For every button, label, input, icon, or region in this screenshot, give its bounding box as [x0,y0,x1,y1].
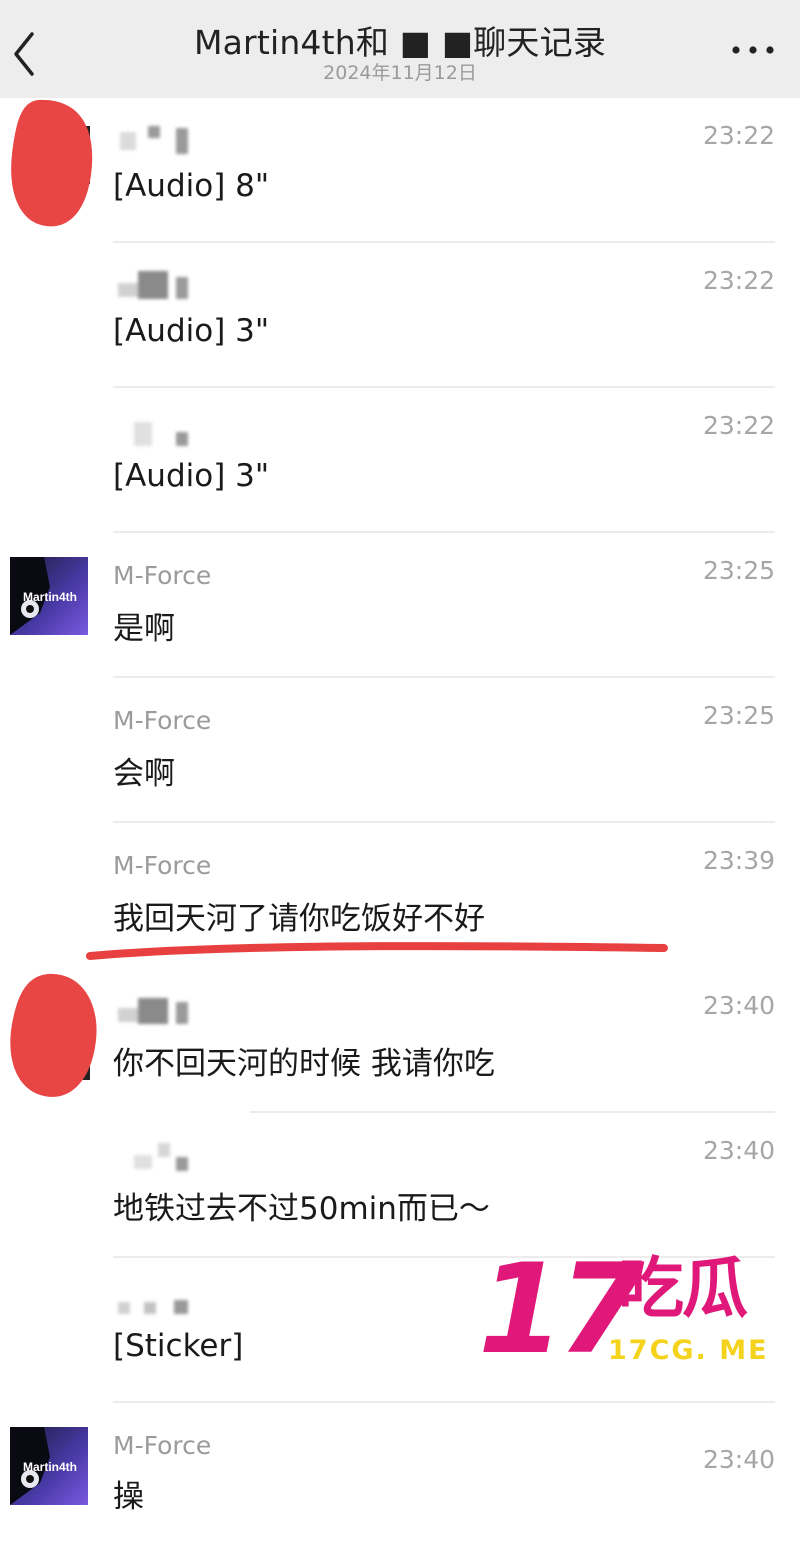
message-text: 会啊 [113,756,175,792]
red-underline-annotation [86,942,668,960]
message-time: 23:22 [702,266,775,295]
avatar-label: Martin4th [23,1460,77,1474]
sender-name: M-Force [113,561,212,590]
chat-record[interactable]: 23:22 [Audio] 3" [0,388,800,533]
message-text: [Audio] 3" [113,458,270,494]
message-time: 23:25 [702,556,775,585]
sender-name: M-Force [113,706,212,735]
redacted-avatar [10,973,97,1097]
watermark-chinese: 吃瓜 [618,1250,748,1327]
message-text: 地铁过去不过50min而已～ [113,1191,490,1227]
more-ellipsis-icon[interactable] [732,46,774,54]
message-text: 我回天河了请你吃饭好不好 [113,901,485,937]
message-text: [Audio] 8" [113,168,270,204]
watermark-domain: 17CG. ME [608,1335,769,1366]
sender-name-redacted [114,416,224,452]
martin4th-avatar: Martin4th [10,557,88,635]
sender-name-redacted [114,271,224,307]
chat-record[interactable]: Martin4th M-Force 23:25 是啊 [0,533,800,678]
site-watermark-logo: 17 吃瓜 17CG. ME [478,1248,788,1378]
chat-record[interactable]: Martin4th M-Force 23:40 操 [0,1403,800,1548]
message-text: [Sticker] [113,1328,244,1364]
message-time: 23:25 [702,701,775,730]
message-time: 23:39 [702,846,775,875]
message-time: 23:40 [702,991,775,1020]
chat-history-header: Martin4th和 ■ ■聊天记录 2024年11月12日 [0,0,800,98]
message-text: [Audio] 3" [113,313,270,349]
message-text: 是啊 [113,611,175,647]
message-time: 23:40 [702,1445,775,1474]
page-title: Martin4th和 ■ ■聊天记录 [193,23,607,62]
sender-name-redacted [114,1141,224,1177]
chat-date: 2024年11月12日 [323,62,477,84]
chat-record[interactable]: M-Force 23:25 会啊 [0,678,800,823]
chat-record[interactable]: 23:40 地铁过去不过50min而已～ [0,1113,800,1258]
message-time: 23:22 [702,121,775,150]
chat-record[interactable]: 23:22 [Audio] 3" [0,243,800,388]
sender-name-redacted [114,126,224,162]
chat-record[interactable]: 23:22 [Audio] 8" [0,98,800,243]
redacted-avatar [11,99,93,227]
message-time: 23:40 [702,1136,775,1165]
martin4th-avatar: Martin4th [10,1427,88,1505]
sender-name: M-Force [113,851,212,880]
chat-record[interactable]: 23:40 你不回天河的时候 我请你吃 [0,968,800,1113]
sender-name-redacted [114,1286,224,1322]
message-text: 你不回天河的时候 我请你吃 [113,1046,495,1082]
sender-name: M-Force [113,1431,212,1460]
message-time: 23:22 [702,411,775,440]
avatar-label: Martin4th [23,590,77,604]
message-text: 操 [113,1479,144,1515]
sender-name-redacted [114,996,224,1032]
